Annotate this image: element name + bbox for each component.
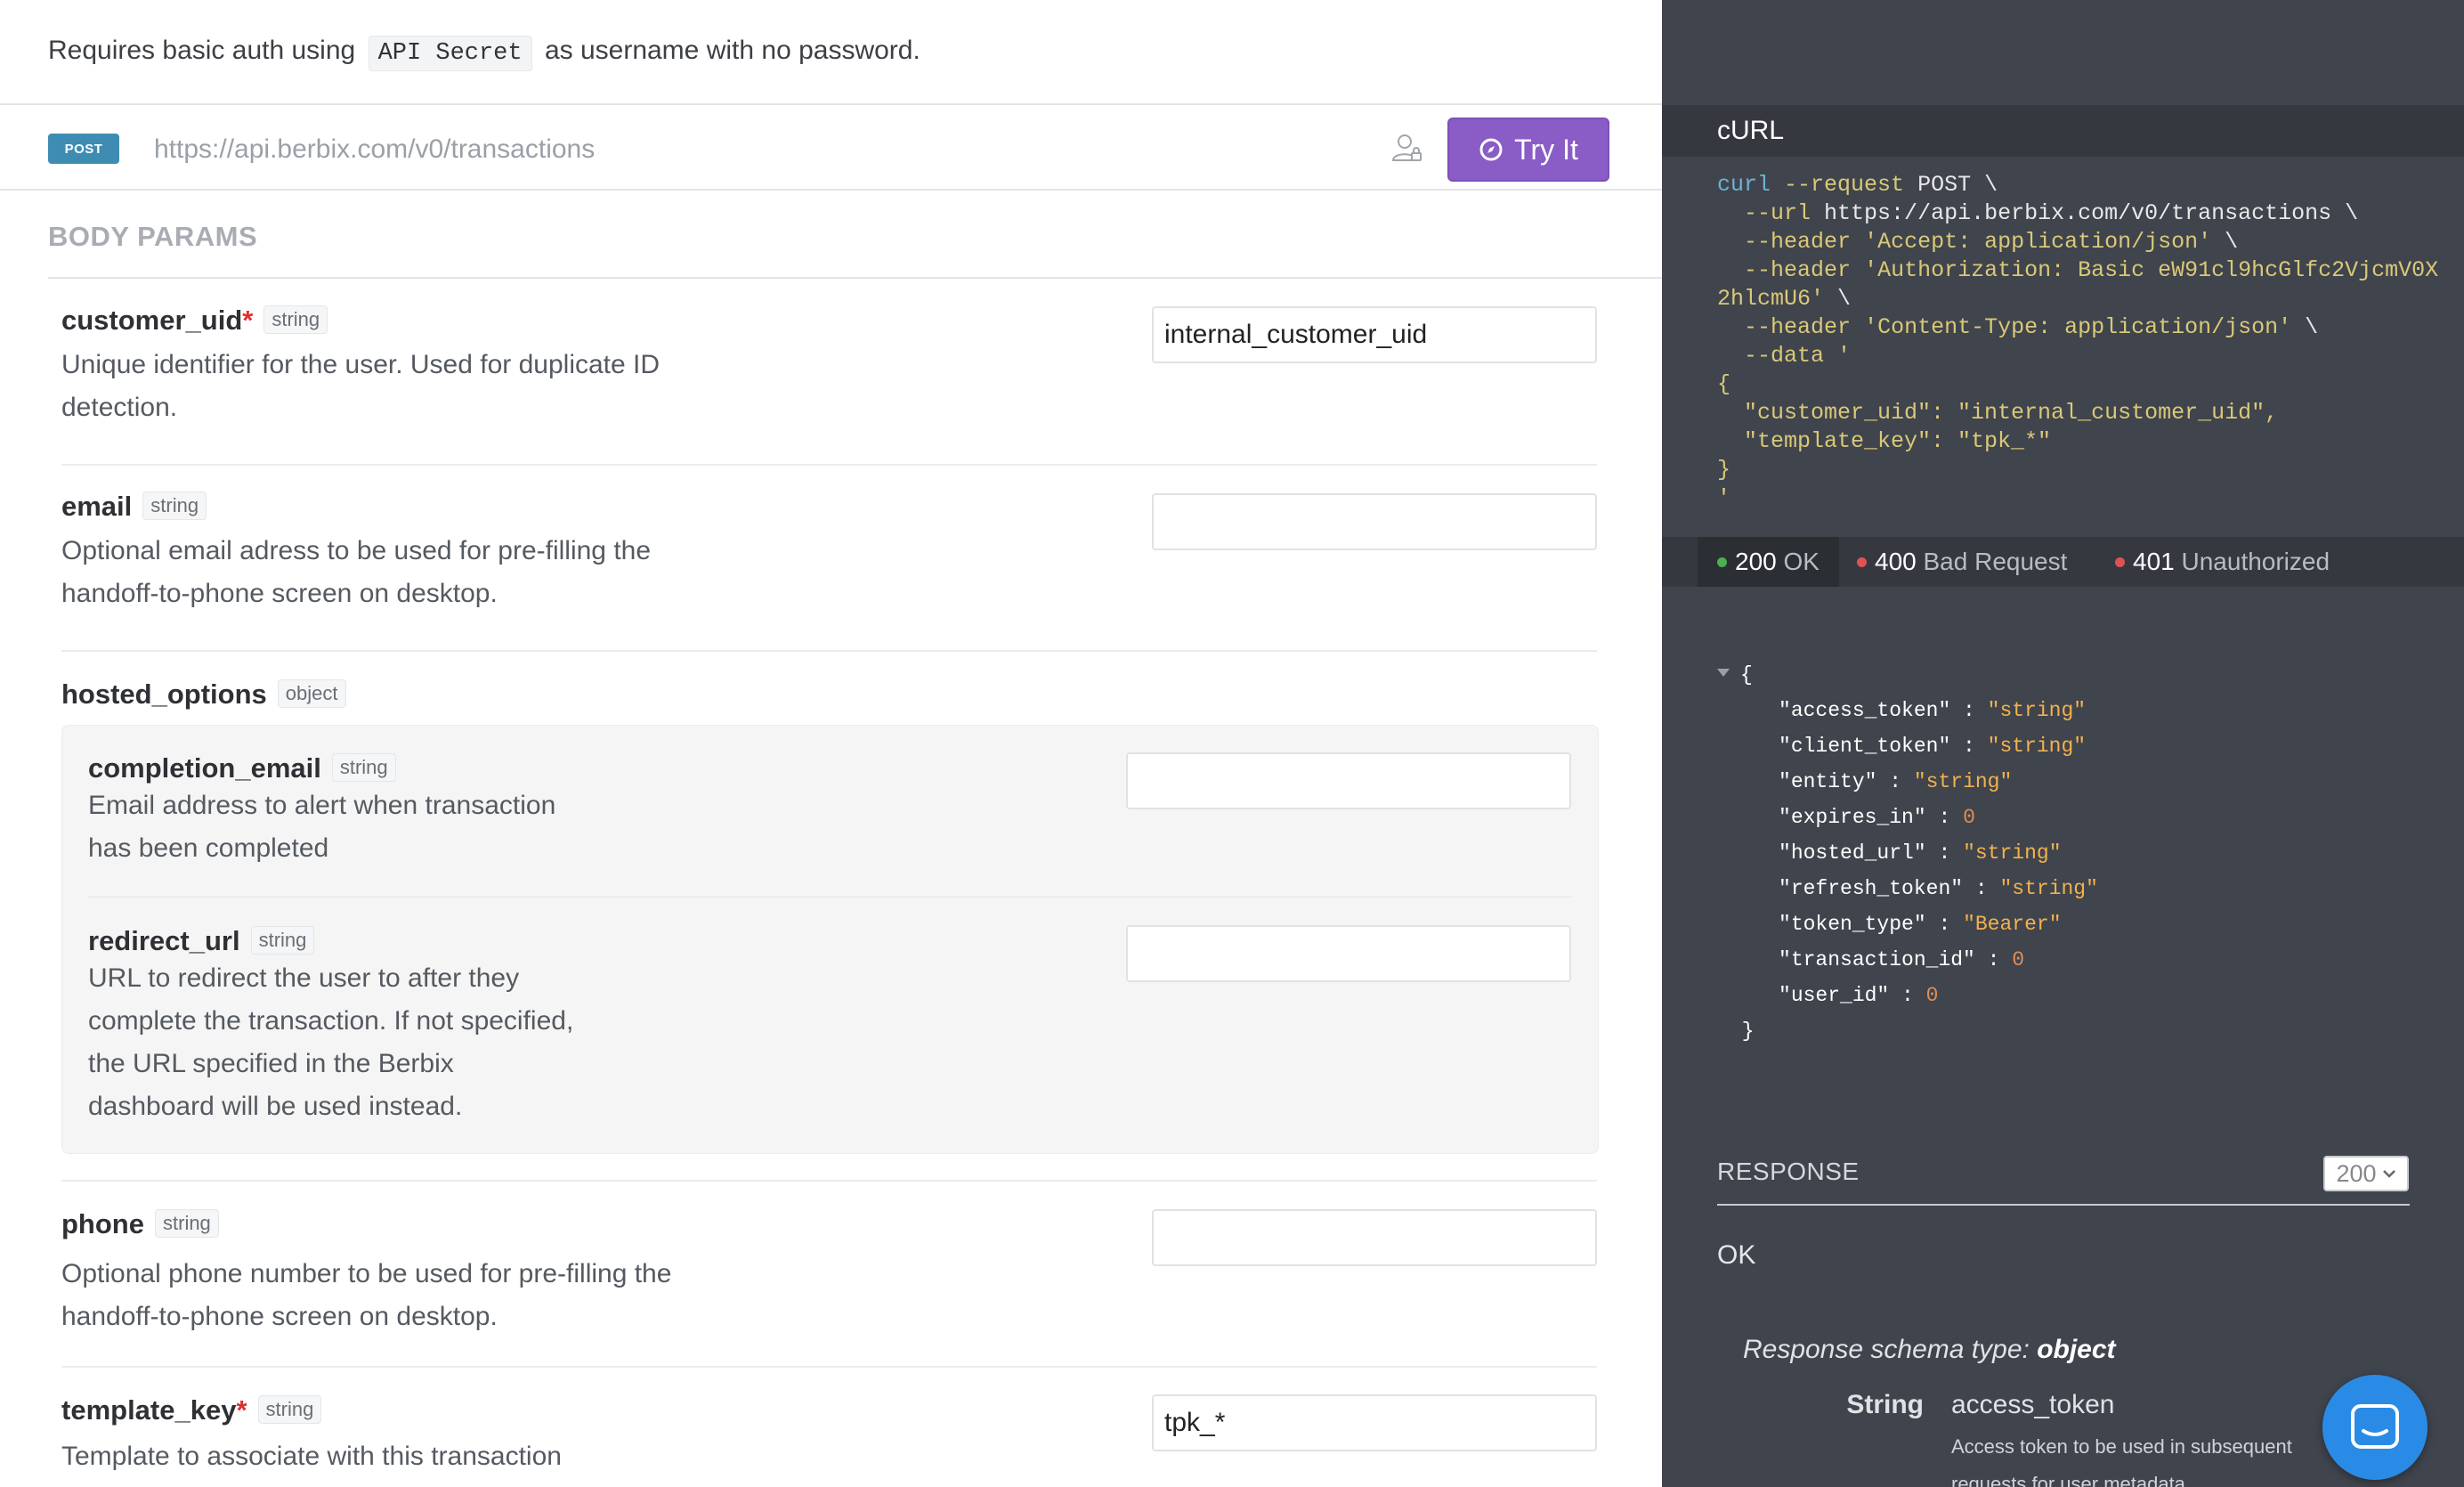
json-field: "refresh_token" : "string" bbox=[1779, 877, 2098, 900]
template-key-input[interactable] bbox=[1152, 1394, 1597, 1451]
field-name: access_token bbox=[1951, 1390, 2115, 1419]
divider bbox=[61, 1366, 1597, 1368]
param-name: phone bbox=[61, 1208, 144, 1239]
field-type: String bbox=[1846, 1390, 1924, 1419]
response-status-text: OK bbox=[1717, 1240, 1756, 1270]
schema-type: Response schema type: object bbox=[1743, 1335, 2116, 1364]
status-dot bbox=[1857, 557, 1867, 567]
chat-icon bbox=[2351, 1404, 2399, 1449]
param-description: Email address to alert when transaction … bbox=[88, 791, 556, 863]
redirect-url-input[interactable] bbox=[1126, 925, 1571, 982]
collapse-caret-icon[interactable] bbox=[1717, 669, 1730, 677]
json-field: "transaction_id" : 0 bbox=[1779, 948, 2025, 971]
param-name: completion_email bbox=[88, 752, 321, 784]
hosted-options-group: completion_email string Email address to … bbox=[61, 725, 1599, 1154]
param-name: template_key bbox=[61, 1394, 237, 1426]
param-description: URL to redirect the user to after they c… bbox=[88, 963, 574, 1121]
try-it-button[interactable]: Try It bbox=[1447, 118, 1609, 182]
auth-code: API Secret bbox=[368, 36, 532, 71]
body-params-title: BODY PARAMS bbox=[48, 221, 258, 252]
tab-status-200[interactable]: 200 OK bbox=[1698, 537, 1839, 587]
json-field: "client_token" : "string" bbox=[1779, 735, 2087, 758]
tab-status-401[interactable]: 401 Unauthorized bbox=[2115, 537, 2330, 587]
tab-status-400[interactable]: 400 Bad Request bbox=[1857, 537, 2067, 587]
endpoint-url: https://api.berbix.com/v0/transactions bbox=[154, 134, 596, 164]
param-description: Unique identifier for the user. Used for… bbox=[61, 350, 661, 422]
type-badge: string bbox=[263, 305, 328, 334]
divider bbox=[48, 277, 1662, 279]
param-description: Optional email adress to be used for pre… bbox=[61, 536, 652, 608]
json-field: "expires_in" : 0 bbox=[1779, 806, 1975, 829]
json-field: "hosted_url" : "string" bbox=[1779, 841, 2062, 865]
divider bbox=[61, 650, 1597, 652]
required-marker: * bbox=[236, 1394, 247, 1426]
status-dot bbox=[2115, 557, 2125, 567]
chevron-down-icon bbox=[2382, 1170, 2395, 1178]
required-marker: * bbox=[242, 305, 254, 336]
status-tabs: 200 OK 400 Bad Request 401 Unauthorized bbox=[1662, 537, 2464, 587]
param-name: email bbox=[61, 491, 133, 522]
curl-header: cURL bbox=[1662, 105, 2464, 157]
param-completion-email: completion_email string Email address to … bbox=[88, 752, 587, 870]
auth-note: Requires basic auth using API Secret as … bbox=[48, 36, 920, 71]
divider bbox=[61, 464, 1597, 466]
response-code-select[interactable]: 200 bbox=[2323, 1156, 2409, 1191]
param-name: customer_uid bbox=[61, 305, 243, 336]
json-field: "access_token" : "string" bbox=[1779, 699, 2087, 722]
type-badge: string bbox=[331, 753, 396, 782]
type-badge: string bbox=[155, 1209, 219, 1238]
param-name: hosted_options bbox=[61, 678, 267, 710]
json-field: "token_type" : "Bearer" bbox=[1779, 913, 2062, 936]
email-input[interactable] bbox=[1152, 493, 1597, 550]
code-panel: cURL curl --request POST \ --url https:/… bbox=[1662, 0, 2464, 1487]
param-description: Optional phone number to be used for pre… bbox=[61, 1259, 672, 1331]
param-redirect-url: redirect_url string URL to redirect the u… bbox=[88, 925, 587, 1128]
status-dot bbox=[1717, 557, 1727, 567]
phone-input[interactable] bbox=[1152, 1209, 1597, 1266]
curl-snippet[interactable]: curl --request POST \ --url https://api.… bbox=[1717, 171, 2438, 513]
json-field: "user_id" : 0 bbox=[1779, 984, 1939, 1007]
response-example: { "access_token" : "string" "client_toke… bbox=[1717, 657, 2098, 1049]
param-description: Template to associate with this transact… bbox=[61, 1442, 562, 1471]
param-hosted-options: hosted_options object bbox=[61, 678, 1597, 711]
divider bbox=[61, 1180, 1597, 1182]
divider bbox=[0, 103, 1662, 105]
type-badge: object bbox=[277, 679, 346, 708]
divider bbox=[88, 896, 1571, 898]
user-auth-icon[interactable] bbox=[1390, 132, 1422, 164]
json-field: "entity" : "string" bbox=[1779, 770, 2013, 793]
param-name: redirect_url bbox=[88, 925, 240, 956]
docs-panel: Requires basic auth using API Secret as … bbox=[0, 0, 1662, 1487]
type-badge: string bbox=[142, 492, 207, 520]
divider bbox=[1717, 1204, 2410, 1206]
type-badge: string bbox=[250, 926, 315, 955]
type-badge: string bbox=[257, 1395, 322, 1424]
method-badge: POST bbox=[48, 134, 119, 164]
customer-uid-input[interactable] bbox=[1152, 306, 1597, 363]
field-description: Access token to be used in subsequent re… bbox=[1951, 1435, 2292, 1487]
response-label: RESPONSE bbox=[1717, 1158, 1860, 1185]
compass-icon bbox=[1479, 138, 1503, 161]
divider bbox=[0, 189, 1662, 191]
chat-launcher-button[interactable] bbox=[2322, 1375, 2428, 1480]
completion-email-input[interactable] bbox=[1126, 752, 1571, 809]
